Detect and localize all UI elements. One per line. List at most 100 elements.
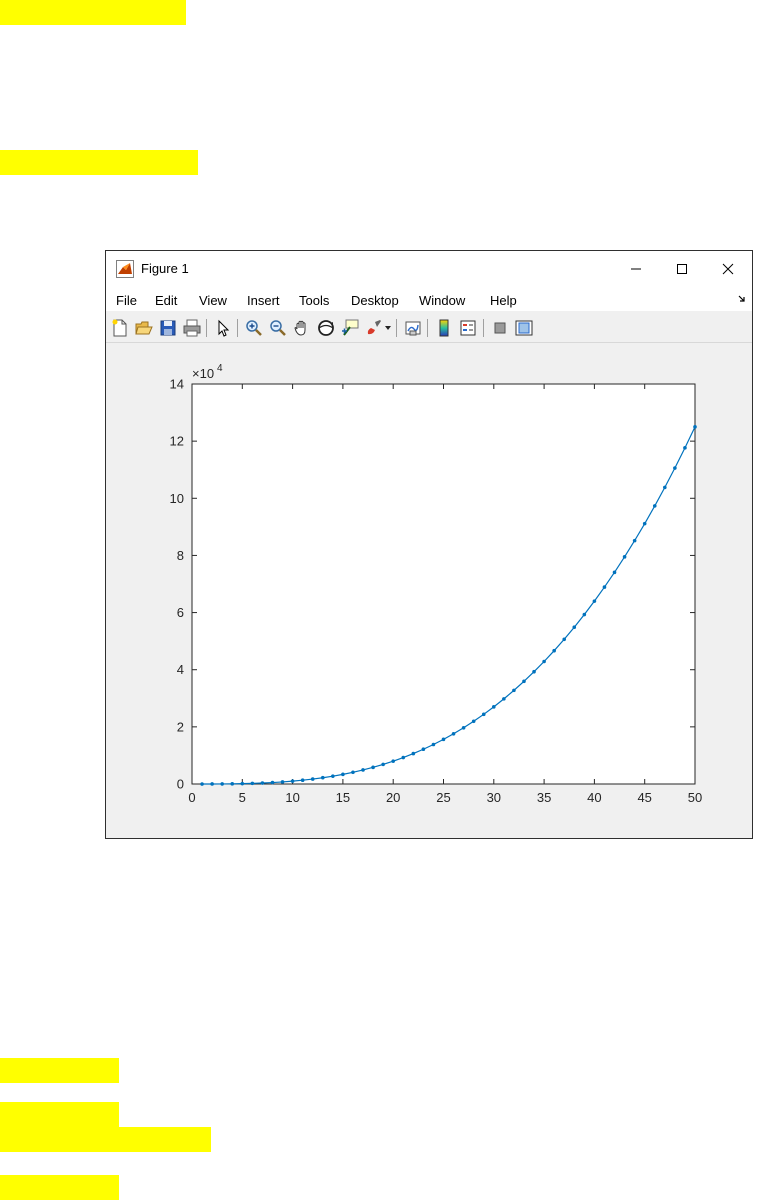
matlab-icon: [116, 260, 134, 278]
insert-legend-icon[interactable]: [459, 319, 477, 337]
data-point: [351, 770, 355, 775]
axes-plot[interactable]: 0 5 10 15 20 25 30 35 40 45 5002468101214×10 4: [106, 343, 752, 838]
data-point: [451, 731, 456, 736]
hide-plot-tools-icon[interactable]: [491, 319, 509, 337]
highlight-block-3: [0, 1058, 119, 1083]
new-figure-icon[interactable]: [111, 319, 129, 337]
menu-insert[interactable]: Insert: [247, 293, 280, 308]
data-point: [260, 781, 265, 785]
brush-dropdown-icon[interactable]: [385, 326, 391, 330]
menu-window[interactable]: Window: [419, 293, 465, 308]
x-tick-label: 25: [436, 790, 450, 805]
y-tick-label: 14: [170, 377, 184, 392]
x-tick-label: 40: [587, 790, 601, 805]
insert-colorbar-icon[interactable]: [435, 319, 453, 337]
data-point: [512, 688, 516, 693]
toolbar-separator: [206, 319, 207, 337]
data-point: [693, 425, 697, 429]
data-point: [612, 570, 617, 575]
data-point: [220, 782, 224, 786]
data-point: [582, 612, 587, 617]
menu-help[interactable]: Help: [490, 293, 517, 308]
menu-desktop[interactable]: Desktop: [351, 293, 399, 308]
data-point: [300, 778, 305, 782]
maximize-icon: [677, 264, 687, 274]
select-arrow-icon[interactable]: [214, 319, 232, 337]
y-tick-label: 8: [177, 548, 184, 563]
data-point: [431, 742, 436, 747]
menu-tools[interactable]: Tools: [299, 293, 329, 308]
data-point: [652, 504, 657, 508]
data-point: [632, 538, 637, 543]
data-point: [602, 585, 607, 589]
data-point: [471, 719, 476, 724]
zoom-out-icon[interactable]: [269, 319, 287, 337]
y-tick-label: 10: [170, 491, 184, 506]
data-point: [421, 747, 426, 752]
show-plot-tools-icon[interactable]: [515, 319, 533, 337]
data-point: [401, 755, 406, 760]
highlight-block-4: [0, 1102, 119, 1127]
x-tick-label: 10: [285, 790, 299, 805]
y-tick-label: 0: [177, 777, 184, 792]
data-point: [663, 485, 667, 490]
minimize-icon: [631, 268, 641, 270]
menu-view[interactable]: View: [199, 293, 227, 308]
data-point: [502, 697, 506, 701]
brush-icon[interactable]: [365, 319, 383, 337]
highlight-block-6: [0, 1175, 119, 1200]
data-point: [371, 765, 375, 770]
close-button[interactable]: [705, 251, 751, 287]
data-point: [542, 659, 546, 664]
highlight-block-5: [0, 1127, 211, 1152]
data-point: [492, 705, 496, 709]
data-point: [230, 782, 235, 786]
dock-arrow-icon[interactable]: [738, 295, 746, 303]
data-point: [391, 759, 396, 763]
data-point: [572, 625, 577, 630]
y-tick-label: 6: [177, 605, 184, 620]
data-point: [290, 779, 295, 783]
minimize-button[interactable]: [613, 251, 659, 287]
open-file-icon[interactable]: [135, 319, 153, 337]
pan-hand-icon[interactable]: [293, 319, 311, 337]
data-point: [552, 648, 556, 653]
data-point: [683, 446, 687, 450]
data-point: [622, 555, 627, 559]
zoom-in-icon[interactable]: [245, 319, 263, 337]
data-point: [562, 637, 567, 642]
data-point: [250, 781, 255, 786]
data-point: [200, 782, 204, 786]
y-tick-label: 2: [177, 719, 184, 734]
rotate-3d-icon[interactable]: [317, 319, 335, 337]
maximize-button[interactable]: [659, 251, 705, 287]
menu-file[interactable]: File: [116, 293, 137, 308]
x-tick-label: 0: [188, 790, 195, 805]
data-point: [592, 599, 597, 603]
y-tick-label: 4: [177, 662, 184, 677]
data-point: [331, 774, 335, 778]
toolbar-separator: [427, 319, 428, 337]
data-point: [411, 751, 416, 756]
data-point: [310, 777, 315, 781]
menu-edit[interactable]: Edit: [155, 293, 177, 308]
y-exponent-power: 4: [217, 363, 223, 374]
data-point: [240, 781, 245, 786]
data-point: [441, 737, 446, 742]
x-tick-label: 20: [386, 790, 400, 805]
title-bar[interactable]: Figure 1: [106, 251, 752, 287]
figure-canvas[interactable]: 0 5 10 15 20 25 30 35 40 45 50 0 2 4 6 8 10 12 14 ×10 4: [106, 343, 752, 838]
data-point: [320, 775, 325, 780]
save-icon[interactable]: [159, 319, 177, 337]
data-point: [532, 669, 536, 674]
y-tick-label: 12: [170, 434, 184, 449]
highlight-block-1: [0, 0, 186, 25]
data-cursor-icon[interactable]: [341, 319, 359, 337]
print-icon[interactable]: [183, 319, 201, 337]
data-point: [381, 762, 385, 767]
data-point: [673, 466, 677, 470]
figure-toolbar: [106, 311, 752, 343]
link-plot-icon[interactable]: [404, 319, 422, 337]
figure-window: Figure 1 File Edit View Insert Tools Des…: [105, 250, 753, 839]
toolbar-separator: [483, 319, 484, 337]
